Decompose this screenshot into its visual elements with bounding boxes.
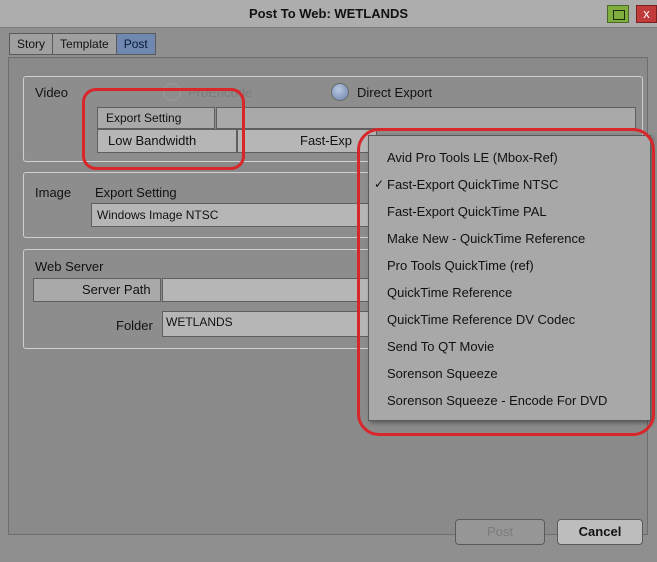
maximize-button[interactable] bbox=[607, 5, 629, 23]
video-label: Video bbox=[35, 85, 69, 100]
window-title: Post To Web: WETLANDS bbox=[248, 6, 409, 21]
cancel-button[interactable]: Cancel bbox=[557, 519, 643, 545]
image-export-setting-field[interactable]: Windows Image NTSC bbox=[91, 203, 371, 227]
folder-label: Folder bbox=[116, 318, 153, 333]
video-export-method-header bbox=[216, 107, 636, 129]
export-setting-annotation-ring bbox=[82, 88, 245, 170]
post-to-web-window: Post To Web: WETLANDS x Story Template P… bbox=[0, 0, 657, 562]
tab-bar: Story Template Post bbox=[9, 33, 156, 55]
direct-export-label: Direct Export bbox=[357, 85, 433, 100]
title-bar: Post To Web: WETLANDS x bbox=[0, 0, 657, 28]
image-label: Image bbox=[35, 185, 72, 200]
folder-input[interactable]: WETLANDS bbox=[162, 311, 372, 337]
post-button[interactable]: Post bbox=[455, 519, 545, 545]
direct-export-radio[interactable] bbox=[331, 83, 349, 101]
dropdown-annotation-ring bbox=[357, 128, 655, 436]
tab-post[interactable]: Post bbox=[115, 33, 156, 55]
close-button[interactable]: x bbox=[636, 5, 657, 23]
image-export-setting-header: Export Setting bbox=[95, 185, 177, 200]
web-server-label: Web Server bbox=[35, 259, 104, 274]
tab-story[interactable]: Story bbox=[9, 33, 54, 55]
tab-template[interactable]: Template bbox=[52, 33, 117, 55]
server-path-label: Server Path bbox=[33, 278, 161, 302]
server-path-input[interactable] bbox=[162, 278, 372, 302]
video-export-method-field[interactable]: Fast-Exp bbox=[237, 129, 377, 153]
